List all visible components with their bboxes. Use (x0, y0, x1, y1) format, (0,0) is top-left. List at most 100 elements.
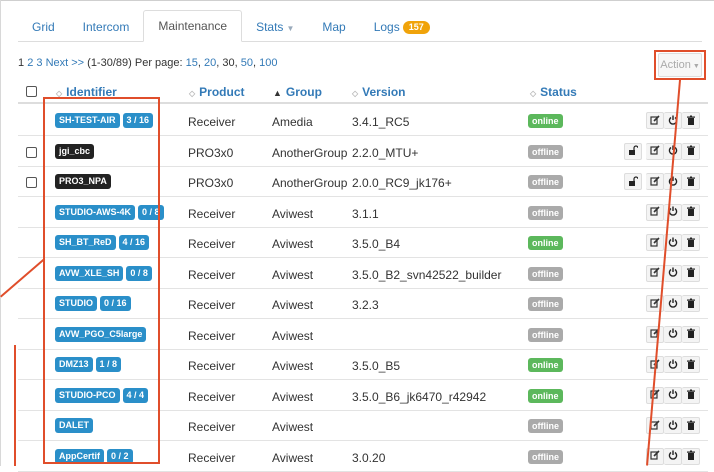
group-cell: Aviwest (272, 328, 314, 343)
row-actions (646, 447, 700, 465)
product-cell: Receiver (188, 237, 236, 251)
sort-icon: ◇ (352, 89, 359, 98)
edit-button[interactable] (646, 203, 664, 221)
tab-grid[interactable]: Grid (18, 12, 69, 42)
delete-button[interactable] (682, 173, 700, 190)
status-badge: offline (528, 327, 563, 342)
status-badge: online (528, 358, 563, 372)
tab-label: Map (322, 20, 346, 34)
product-cell: Receiver (188, 206, 236, 221)
edit-icon (650, 236, 660, 250)
group-cell: Aviwest (272, 420, 314, 434)
power-button[interactable] (664, 325, 682, 343)
power-button[interactable] (664, 295, 682, 312)
delete-button[interactable] (682, 417, 700, 434)
left-border (0, 0, 1, 466)
group-cell: Aviwest (272, 237, 314, 251)
product-cell: PRO3x0 (188, 145, 234, 160)
per-page-20[interactable]: 20 (204, 57, 216, 69)
edit-button[interactable] (646, 142, 664, 160)
tab-label: Logs (373, 20, 400, 34)
page-link-2[interactable]: 2 (27, 57, 33, 69)
tab-map[interactable]: Map (308, 12, 359, 42)
trash-icon (686, 175, 696, 189)
per-page-100[interactable]: 100 (259, 57, 277, 69)
power-button[interactable] (664, 386, 682, 404)
group-cell: AnotherGroup (272, 145, 348, 160)
power-button[interactable] (664, 173, 682, 190)
tab-logs[interactable]: Logs 157 (360, 12, 444, 42)
sort-icon: ◇ (189, 89, 196, 98)
column-status[interactable]: ◇ Status (530, 85, 577, 99)
column-product[interactable]: ◇ Product (189, 85, 245, 99)
page-link-3[interactable]: 3 (36, 57, 42, 69)
unlock-button[interactable] (624, 173, 642, 190)
power-icon (668, 266, 678, 280)
status-badge: offline (528, 297, 563, 311)
delete-button[interactable] (682, 447, 700, 465)
row-actions (646, 295, 700, 312)
edit-button[interactable] (646, 325, 664, 343)
power-button[interactable] (664, 356, 682, 373)
row-actions (646, 325, 700, 343)
column-version[interactable]: ◇ Version (352, 85, 406, 99)
tab-stats[interactable]: Stats ▼ (242, 12, 308, 42)
per-page-30: 30 (222, 57, 235, 69)
power-button[interactable] (664, 112, 682, 129)
delete-button[interactable] (682, 356, 700, 373)
unlock-button[interactable] (624, 142, 642, 160)
status-badge: offline (528, 175, 563, 189)
version-cell: 3.5.0_B2_svn42522_builder (352, 267, 502, 282)
power-button[interactable] (664, 264, 682, 282)
next-page-link[interactable]: Next >> (46, 57, 85, 69)
edit-button[interactable] (646, 386, 664, 404)
delete-button[interactable] (682, 295, 700, 312)
group-cell: Aviwest (272, 359, 314, 373)
tab-label: Intercom (82, 20, 130, 34)
per-page-50[interactable]: 50 (241, 57, 253, 69)
power-button[interactable] (664, 447, 682, 465)
trash-icon (686, 419, 696, 433)
tab-maintenance[interactable]: Maintenance (143, 10, 243, 42)
delete-button[interactable] (682, 112, 700, 129)
status-badge: online (528, 114, 563, 128)
row-select-checkbox[interactable] (26, 146, 37, 158)
delete-button[interactable] (682, 386, 700, 404)
tab-intercom[interactable]: Intercom (69, 12, 144, 42)
sort-ascending-icon: ▲ (273, 88, 282, 98)
trash-icon (686, 297, 696, 311)
trash-icon (686, 144, 696, 158)
status-badge: offline (528, 266, 563, 281)
per-page-15[interactable]: 15 (186, 57, 198, 69)
row-actions (646, 203, 700, 221)
group-cell: Aviwest (272, 450, 314, 465)
column-label: Version (362, 85, 406, 99)
power-icon (668, 449, 678, 463)
select-all-checkbox[interactable] (26, 86, 37, 97)
product-cell: Receiver (188, 420, 236, 434)
tab-bar: Grid Intercom Maintenance Stats ▼ Map Log… (18, 10, 444, 42)
trash-icon (686, 114, 696, 128)
unlock-icon (628, 175, 639, 189)
column-group[interactable]: ▲ Group (273, 85, 322, 99)
delete-button[interactable] (682, 142, 700, 160)
delete-button[interactable] (682, 234, 700, 251)
delete-button[interactable] (682, 203, 700, 221)
edit-button[interactable] (646, 234, 664, 251)
power-button[interactable] (664, 417, 682, 434)
delete-button[interactable] (682, 325, 700, 343)
trash-icon (686, 236, 696, 250)
delete-button[interactable] (682, 264, 700, 282)
product-cell: Receiver (188, 267, 236, 282)
version-cell: 3.0.20 (352, 450, 386, 465)
edit-button[interactable] (646, 173, 664, 190)
product-cell: Receiver (188, 115, 236, 129)
column-label: Product (199, 85, 245, 99)
edit-button[interactable] (646, 112, 664, 129)
status-badge: offline (528, 144, 563, 159)
row-select-checkbox[interactable] (26, 177, 37, 188)
status-badge: offline (528, 205, 563, 220)
edit-icon (649, 144, 660, 158)
power-icon (668, 297, 678, 311)
action-annotation-box (654, 50, 706, 80)
